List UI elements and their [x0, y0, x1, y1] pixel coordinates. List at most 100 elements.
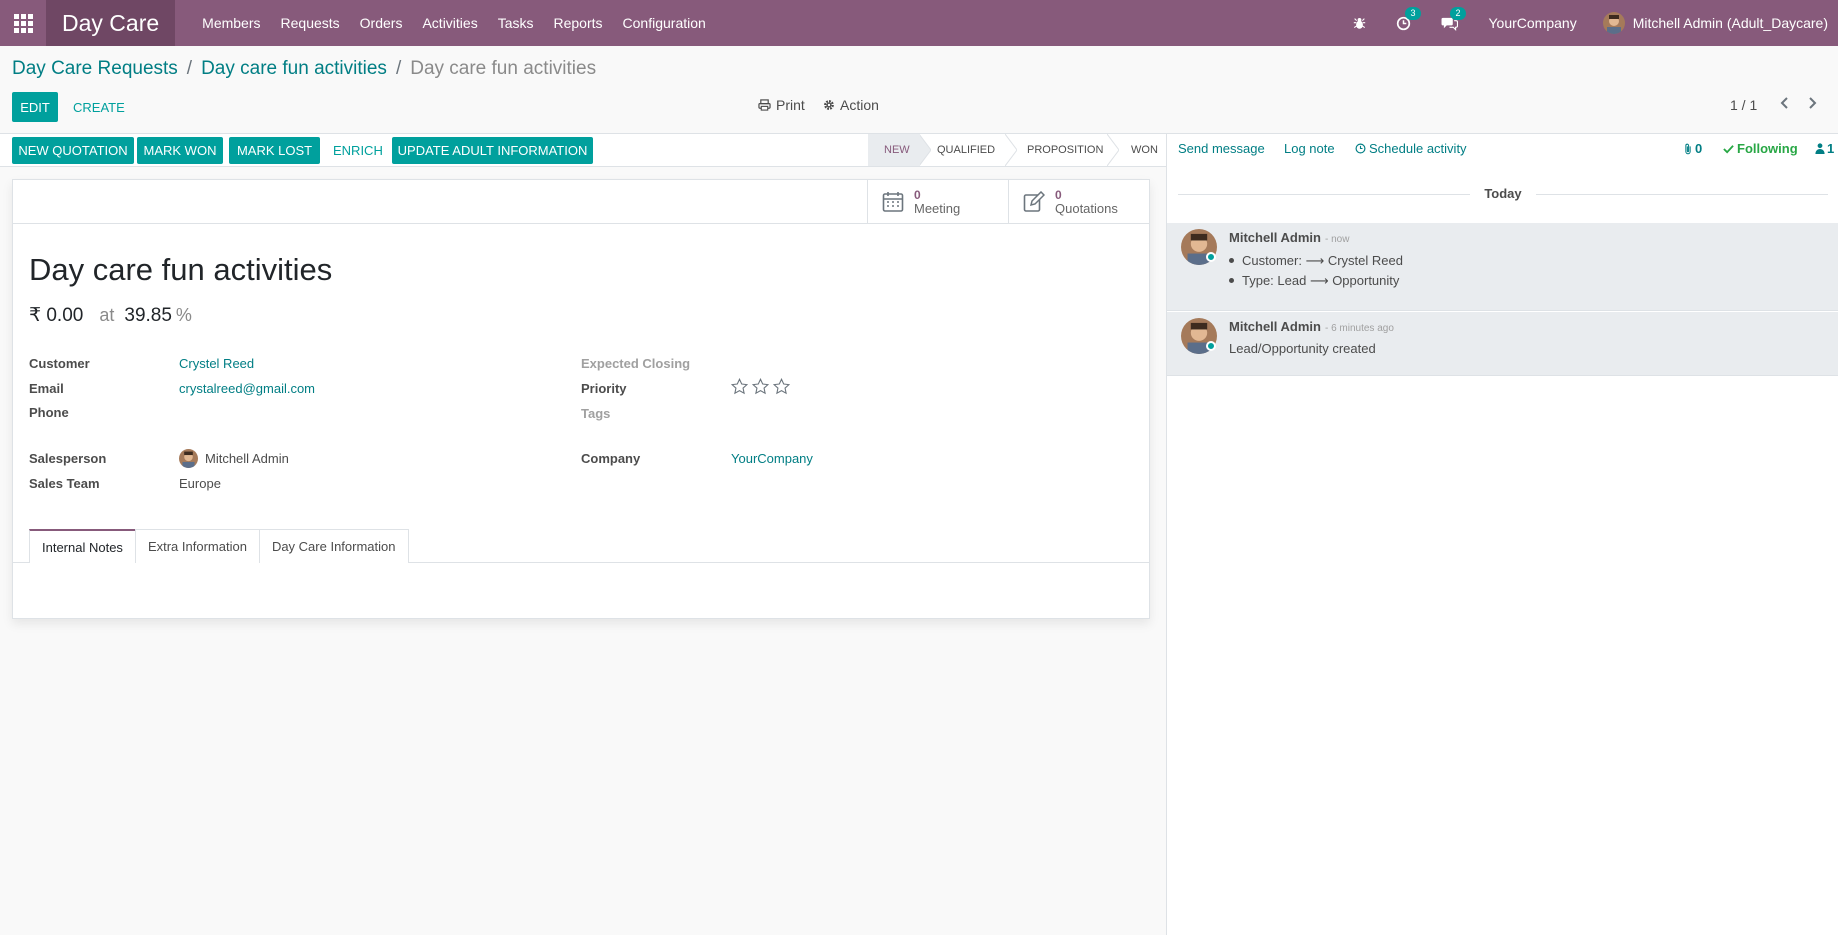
- menu-item-reports[interactable]: Reports: [554, 15, 603, 31]
- chatter-message: Mitchell Admin - 6 minutes ago Lead/Oppor…: [1167, 312, 1838, 376]
- message-date: - 6 minutes ago: [1324, 323, 1394, 334]
- grid-icon: [13, 13, 33, 33]
- pencil-square-icon: [1023, 190, 1045, 212]
- expected-closing-label: Expected Closing: [581, 356, 691, 371]
- salesperson-value[interactable]: Mitchell Admin: [179, 449, 289, 468]
- message-author-name: Mitchell Admin: [1229, 230, 1321, 245]
- user-name: Mitchell Admin (Adult_Daycare): [1632, 15, 1828, 31]
- menu-item-configuration[interactable]: Configuration: [623, 15, 706, 31]
- pager-next-button[interactable]: [1806, 96, 1818, 113]
- company-switcher[interactable]: YourCompany: [1488, 15, 1576, 31]
- message-date: - now: [1324, 234, 1350, 245]
- meeting-smart-button[interactable]: 0 Meeting: [867, 180, 1009, 223]
- stage-won[interactable]: WON: [1119, 134, 1159, 166]
- menu-item-members[interactable]: Members: [202, 15, 260, 31]
- tab-day-care-information[interactable]: Day Care Information: [258, 529, 409, 563]
- app-brand[interactable]: Day Care: [46, 0, 176, 46]
- action-dropdown[interactable]: Action: [823, 97, 879, 113]
- breadcrumb-current: Day care fun activities: [410, 58, 597, 79]
- log-note-button[interactable]: Log note: [1284, 141, 1335, 156]
- breadcrumb-separator: /: [395, 58, 402, 79]
- stage-proposition[interactable]: PROPOSITION: [1017, 134, 1107, 166]
- menu-item-activities[interactable]: Activities: [422, 15, 477, 31]
- message-author-name: Mitchell Admin: [1229, 319, 1321, 334]
- customer-label: Customer: [29, 356, 90, 371]
- chatter-message: Mitchell Admin - now Customer: ⟶ Crystel …: [1167, 223, 1838, 311]
- form-sheet: 0 Meeting 0 Quotations Day care fun acti…: [12, 179, 1150, 619]
- stage-arrow-separator: [1005, 134, 1017, 166]
- pager-value[interactable]: 1 / 1: [1730, 97, 1757, 113]
- message-author[interactable]: Mitchell Admin - 6 minutes ago: [1229, 319, 1394, 334]
- meeting-count: 0: [914, 187, 921, 202]
- enrich-button[interactable]: ENRICH: [333, 137, 383, 164]
- print-dropdown[interactable]: Print: [758, 97, 805, 113]
- activity-clock-icon[interactable]: 3: [1396, 6, 1421, 31]
- following-button[interactable]: Following: [1723, 141, 1798, 156]
- star-icon[interactable]: [752, 378, 769, 395]
- company-link[interactable]: YourCompany: [731, 451, 813, 466]
- chevron-right-icon: [1809, 97, 1817, 109]
- salesperson-avatar: [179, 449, 198, 468]
- debug-bug-icon[interactable]: [1353, 17, 1366, 30]
- salesperson-label: Salesperson: [29, 451, 107, 466]
- sales-team-label: Sales Team: [29, 476, 100, 491]
- stage-new[interactable]: NEW: [868, 134, 920, 166]
- today-separator: Today: [1484, 186, 1522, 201]
- revenue-value: ₹ 0.00: [29, 305, 84, 326]
- form-statusbar: NEW QUOTATION MARK WON MARK LOST ENRICH …: [0, 134, 1166, 167]
- menu-item-orders[interactable]: Orders: [360, 15, 403, 31]
- stage-arrow-separator: [919, 134, 931, 166]
- breadcrumb-day-care-requests[interactable]: Day Care Requests: [12, 58, 178, 80]
- menu-item-requests[interactable]: Requests: [281, 15, 340, 31]
- followers-count: 1: [1827, 141, 1835, 156]
- user-avatar: [1602, 12, 1625, 34]
- breadcrumb: Day Care Requests / Day care fun activit…: [12, 58, 596, 80]
- attachments-button[interactable]: 0: [1683, 141, 1702, 156]
- main-menu: Members Requests Orders Activities Tasks…: [202, 15, 726, 31]
- chevron-left-icon: [1780, 97, 1788, 109]
- schedule-activity-button[interactable]: Schedule activity: [1355, 141, 1467, 156]
- tracking-value-line: Customer: ⟶ Crystel Reed: [1203, 253, 1403, 269]
- online-status-indicator: [1206, 341, 1216, 351]
- star-icon[interactable]: [773, 378, 790, 395]
- message-body: Lead/Opportunity created: [1229, 341, 1376, 356]
- messages-chat-icon[interactable]: 2: [1441, 6, 1466, 31]
- pager-previous-button[interactable]: [1779, 96, 1791, 113]
- update-adult-information-button[interactable]: UPDATE ADULT INFORMATION: [392, 137, 593, 164]
- user-menu[interactable]: Mitchell Admin (Adult_Daycare): [1602, 12, 1828, 34]
- followers-button[interactable]: 1: [1815, 141, 1834, 156]
- percent-sign: %: [175, 305, 192, 325]
- message-author[interactable]: Mitchell Admin - now: [1229, 230, 1349, 245]
- stage-qualified[interactable]: QUALIFIED: [931, 134, 1005, 166]
- quotations-smart-button[interactable]: 0 Quotations: [1008, 180, 1150, 223]
- smart-button-box: 0 Meeting 0 Quotations: [13, 180, 1149, 224]
- mark-won-button[interactable]: MARK WON: [137, 137, 223, 164]
- breadcrumb-parent-record[interactable]: Day care fun activities: [201, 58, 387, 80]
- mark-lost-button[interactable]: MARK LOST: [229, 137, 320, 164]
- user-icon: [1815, 143, 1825, 154]
- chatter-panel: Send message Log note Schedule activity …: [1166, 134, 1838, 935]
- customer-link[interactable]: Crystel Reed: [179, 356, 254, 371]
- paperclip-icon: [1685, 143, 1691, 154]
- edit-button[interactable]: EDIT: [12, 92, 58, 122]
- following-label: Following: [1737, 141, 1798, 156]
- record-title: Day care fun activities: [29, 252, 333, 287]
- priority-stars: [731, 378, 790, 395]
- email-link[interactable]: crystalreed@gmail.com: [179, 381, 315, 396]
- schedule-activity-label: Schedule activity: [1369, 141, 1467, 156]
- menu-item-tasks[interactable]: Tasks: [498, 15, 534, 31]
- expected-revenue: ₹ 0.00 at 39.85 %: [29, 304, 192, 327]
- send-message-button[interactable]: Send message: [1178, 141, 1265, 156]
- tab-internal-notes[interactable]: Internal Notes: [29, 529, 136, 563]
- gear-icon: [824, 100, 834, 110]
- apps-menu-button[interactable]: [0, 0, 46, 46]
- star-icon[interactable]: [731, 378, 748, 395]
- clock-icon: [1355, 143, 1366, 154]
- activity-count-badge: 3: [1405, 6, 1421, 20]
- tab-extra-information[interactable]: Extra Information: [134, 529, 260, 563]
- stage-arrow-separator: [1107, 134, 1119, 166]
- new-quotation-button[interactable]: NEW QUOTATION: [12, 137, 134, 164]
- revenue-at-label: at: [99, 305, 115, 325]
- probability-value: 39.85: [124, 305, 172, 326]
- create-button[interactable]: CREATE: [73, 92, 125, 122]
